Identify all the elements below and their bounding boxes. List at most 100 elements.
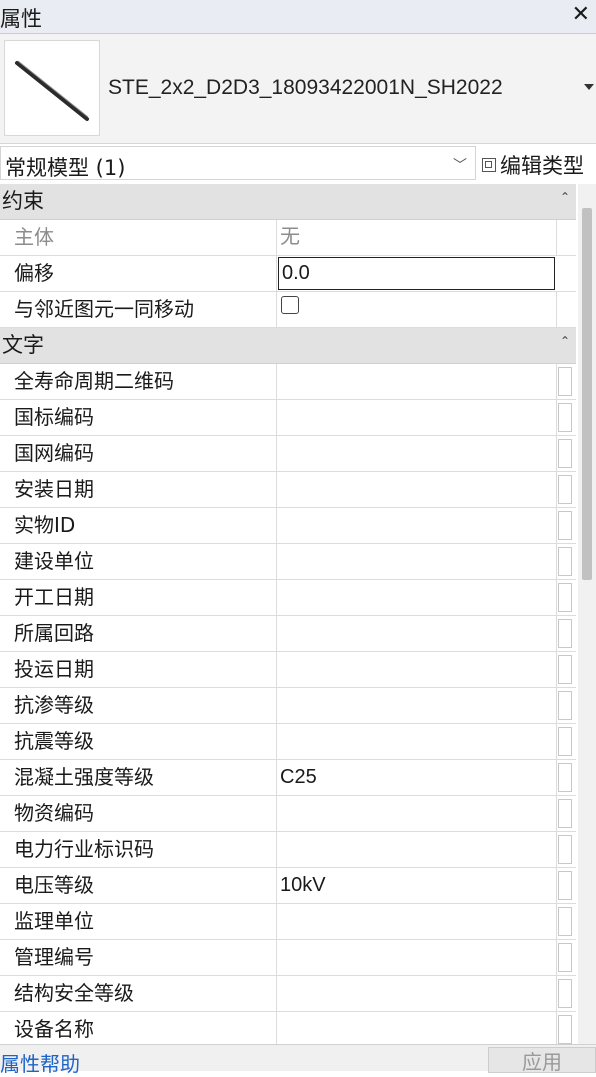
property-row: 抗震等级 (0, 724, 576, 760)
collapse-icon[interactable]: ⌃ (560, 184, 570, 215)
property-row: 设备名称 (0, 1012, 576, 1044)
property-row: 主体 无 (0, 220, 576, 256)
edit-value-button[interactable] (558, 691, 572, 720)
property-name: 国网编码 (0, 436, 277, 471)
property-name: 电力行业标识码 (0, 832, 277, 867)
property-row: 投运日期 (0, 652, 576, 688)
property-row: 抗渗等级 (0, 688, 576, 724)
property-name: 监理单位 (0, 904, 277, 939)
property-name: 混凝土强度等级 (0, 760, 277, 795)
edit-type-button[interactable]: 编辑类型 (482, 150, 584, 180)
property-row: 管理编号 (0, 940, 576, 976)
property-name: 投运日期 (0, 652, 277, 687)
edit-value-button[interactable] (558, 511, 572, 540)
property-value[interactable] (277, 832, 557, 867)
property-value[interactable] (277, 616, 557, 651)
property-row: 结构安全等级 (0, 976, 576, 1012)
property-row: 开工日期 (0, 580, 576, 616)
property-name: 抗震等级 (0, 724, 277, 759)
property-value[interactable] (277, 976, 557, 1011)
group-header-constraints[interactable]: 约束 ⌃ (0, 184, 576, 220)
property-name: 开工日期 (0, 580, 277, 615)
property-row: 电压等级 10kV (0, 868, 576, 904)
move-with-nearby-checkbox[interactable] (281, 296, 299, 314)
property-name: 安装日期 (0, 472, 277, 507)
edit-value-button[interactable] (558, 1015, 572, 1044)
property-value: 无 (277, 220, 557, 255)
edit-value-button[interactable] (558, 979, 572, 1008)
property-name: 结构安全等级 (0, 976, 277, 1011)
vertical-scrollbar[interactable] (578, 184, 596, 1044)
edit-value-button[interactable] (558, 727, 572, 756)
property-value[interactable] (277, 436, 557, 471)
filter-bar: 常规模型 (1) ﹀ 编辑类型 (0, 144, 596, 184)
type-selector[interactable]: STE_2x2_D2D3_18093422001N_SH2022 (0, 34, 596, 144)
property-value[interactable] (277, 400, 557, 435)
property-value[interactable] (277, 1012, 557, 1044)
apply-button[interactable]: 应用 (488, 1047, 596, 1074)
property-name: 国标编码 (0, 400, 277, 435)
collapse-icon[interactable]: ⌃ (560, 324, 570, 359)
edit-type-icon (482, 158, 496, 172)
property-value[interactable] (277, 472, 557, 507)
panel-title: 属性 (0, 7, 42, 31)
edit-value-button[interactable] (558, 583, 572, 612)
property-value[interactable] (277, 544, 557, 579)
property-name: 实物ID (0, 508, 277, 543)
edit-value-button[interactable] (558, 655, 572, 684)
edit-value-button[interactable] (558, 763, 572, 792)
edit-value-button[interactable] (558, 943, 572, 972)
edit-value-button[interactable] (558, 403, 572, 432)
property-value[interactable] (277, 364, 557, 399)
edit-value-button[interactable] (558, 619, 572, 648)
edit-value-button[interactable] (558, 799, 572, 828)
property-name: 设备名称 (0, 1012, 277, 1044)
edit-value-button[interactable] (558, 367, 572, 396)
property-row: 建设单位 (0, 544, 576, 580)
property-value[interactable] (277, 508, 557, 543)
property-name: 偏移 (0, 256, 277, 291)
title-bar: 属性 ✕ (0, 0, 596, 34)
footer: 属性帮助 应用 (0, 1044, 596, 1076)
property-name: 全寿命周期二维码 (0, 364, 277, 399)
property-name: 所属回路 (0, 616, 277, 651)
property-row: 国网编码 (0, 436, 576, 472)
close-icon[interactable]: ✕ (572, 2, 590, 27)
property-row: 所属回路 (0, 616, 576, 652)
property-value[interactable] (277, 904, 557, 939)
category-filter-dropdown[interactable]: 常规模型 (1) ﹀ (0, 146, 476, 180)
scrollbar-thumb[interactable] (582, 208, 592, 580)
edit-value-button[interactable] (558, 547, 572, 576)
pipe-model-icon (4, 40, 100, 136)
category-filter-value: 常规模型 (1) (5, 156, 126, 180)
property-row: 安装日期 (0, 472, 576, 508)
property-row: 混凝土强度等级 C25 (0, 760, 576, 796)
property-value[interactable] (277, 652, 557, 687)
property-name: 电压等级 (0, 868, 277, 903)
group-title: 约束 (2, 189, 44, 213)
group-header-text[interactable]: 文字 ⌃ (0, 328, 576, 364)
edit-value-button[interactable] (558, 871, 572, 900)
edit-type-label: 编辑类型 (500, 154, 584, 178)
property-value[interactable] (277, 724, 557, 759)
edit-value-button[interactable] (558, 907, 572, 936)
offset-input[interactable]: 0.0 (278, 257, 555, 290)
property-row: 实物ID (0, 508, 576, 544)
property-name: 抗渗等级 (0, 688, 277, 723)
property-value[interactable]: C25 (277, 760, 557, 795)
caret-down-icon[interactable] (584, 84, 594, 90)
property-value[interactable] (277, 940, 557, 975)
property-value[interactable] (277, 796, 557, 831)
edit-value-button[interactable] (558, 475, 572, 504)
property-value[interactable]: 10kV (277, 868, 557, 903)
property-name: 物资编码 (0, 796, 277, 831)
type-name: STE_2x2_D2D3_18093422001N_SH2022 (108, 76, 503, 99)
property-value[interactable] (277, 580, 557, 615)
property-grid: 约束 ⌃ 主体 无 偏移 0.0 与邻近图元一同移动 文字 ⌃ 全寿命周期二维码… (0, 184, 576, 1044)
property-row: 全寿命周期二维码 (0, 364, 576, 400)
property-row: 与邻近图元一同移动 (0, 292, 576, 328)
edit-value-button[interactable] (558, 835, 572, 864)
edit-value-button[interactable] (558, 439, 572, 468)
properties-help-link[interactable]: 属性帮助 (0, 1048, 80, 1077)
property-value[interactable] (277, 688, 557, 723)
